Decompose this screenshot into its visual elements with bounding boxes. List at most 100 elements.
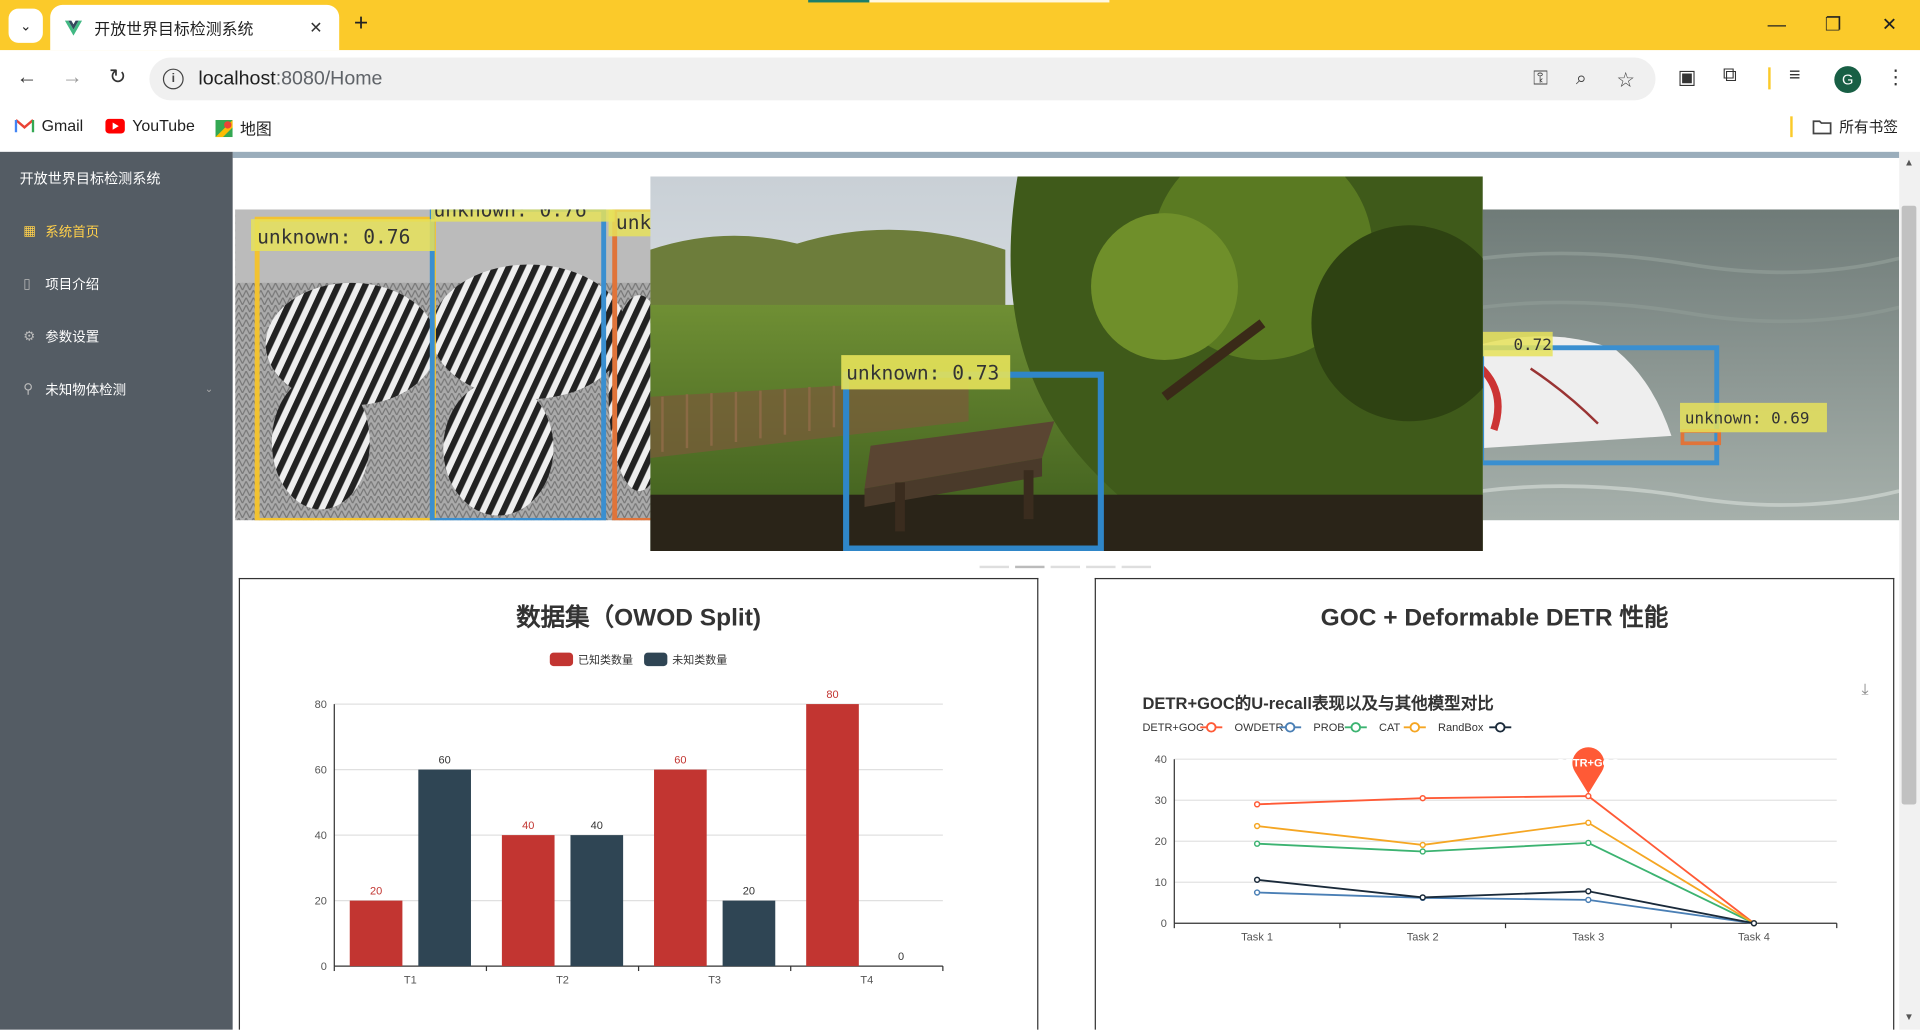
bar <box>349 900 403 967</box>
carousel-dot[interactable] <box>1121 565 1152 569</box>
bookmark-divider <box>1790 116 1793 138</box>
bookmark-label: Gmail <box>41 116 84 135</box>
carousel-image-water[interactable]: 0.72 unknown: 0.69 <box>1481 209 1900 521</box>
data-point <box>1750 920 1758 927</box>
y-tick-label: 40 <box>1155 754 1167 766</box>
bookmark-all-folder[interactable]: 所有书签 <box>1812 116 1898 137</box>
detection-label: unknown: 0.76 <box>257 226 410 249</box>
data-point <box>1419 794 1426 802</box>
x-tick-label: T1 <box>404 974 417 986</box>
new-tab-button[interactable]: + <box>354 10 368 38</box>
y-tick-label: 0 <box>321 961 327 973</box>
y-tick-label: 60 <box>315 764 327 776</box>
profile-avatar[interactable]: G <box>1834 66 1862 94</box>
data-point <box>1253 822 1261 830</box>
tab-search-button[interactable]: ⌄ <box>8 8 43 43</box>
back-arrow-icon[interactable]: ← <box>12 65 41 89</box>
sidebar-item-settings[interactable]: ⚙ 参数设置 <box>0 310 233 363</box>
browser-tab-active[interactable]: 开放世界目标检测系统 ✕ <box>50 4 340 51</box>
toolbar-divider <box>1768 67 1771 90</box>
x-tick-label: Task 2 <box>1407 931 1439 943</box>
series-line <box>1257 841 1755 925</box>
grid-icon: ▦ <box>23 224 37 239</box>
bookmark-gmail[interactable]: Gmail <box>14 116 84 135</box>
legend-label: CAT <box>1379 722 1400 734</box>
url-text[interactable]: localhost:8080/Home <box>198 68 382 90</box>
data-point <box>1253 876 1261 883</box>
carousel-dot[interactable] <box>1050 565 1081 569</box>
minimize-button[interactable]: — <box>1749 7 1805 41</box>
carousel-image-bench[interactable]: unknown: 0.73 <box>650 176 1483 552</box>
legend-label: RandBox <box>1438 722 1484 734</box>
sidebar-item-label: 参数设置 <box>45 330 100 345</box>
media-control-icon[interactable]: ≡ <box>1789 65 1800 87</box>
series-line <box>1257 891 1755 925</box>
scrollbar-thumb[interactable] <box>1901 205 1917 805</box>
bookmark-label: YouTube <box>132 116 195 135</box>
detection-label: unknown: 0.76 <box>433 209 586 221</box>
data-point <box>1419 841 1426 849</box>
tab-close-icon[interactable]: ✕ <box>302 18 329 38</box>
bar <box>501 835 555 967</box>
address-bar[interactable]: i localhost:8080/Home ⚿ ⌕ ☆ <box>149 57 1656 101</box>
site-info-icon[interactable]: i <box>162 68 184 90</box>
carousel-dot[interactable] <box>979 565 1009 569</box>
x-tick-label: Task 4 <box>1738 931 1770 943</box>
bookmarks-bar: Gmail YouTube 地图 所有书签 <box>0 106 1920 147</box>
sidebar-item-detection[interactable]: ⚲ 未知物体检测 ⌄ <box>0 362 233 415</box>
detection-label: unk <box>616 211 652 234</box>
sidebar-item-intro[interactable]: ▯ 项目介绍 <box>0 257 233 310</box>
password-key-icon[interactable]: ⚿ <box>1533 69 1548 91</box>
bar-value-label: 80 <box>826 689 838 701</box>
scroll-down-icon[interactable]: ▼ <box>1904 1011 1914 1022</box>
gear-icon: ⚙ <box>23 329 36 345</box>
data-point <box>1585 888 1592 895</box>
series-line <box>1257 795 1755 925</box>
chevron-down-icon: ⌄ <box>204 383 214 395</box>
data-point <box>1585 896 1592 904</box>
folder-icon <box>1812 120 1832 135</box>
carousel-dot[interactable] <box>1086 565 1116 569</box>
bar <box>570 835 624 967</box>
x-tick-label: T2 <box>556 974 569 986</box>
extension-icon[interactable]: ▣ <box>1678 65 1697 89</box>
carousel-dot-active[interactable] <box>1015 565 1045 569</box>
zoom-icon[interactable]: ⌕ <box>1576 69 1587 91</box>
legend-marker <box>1409 722 1420 733</box>
page-scrollbar[interactable]: ▲ ▼ <box>1899 151 1920 1030</box>
reload-icon[interactable]: ↻ <box>103 65 132 89</box>
scroll-up-icon[interactable]: ▲ <box>1904 157 1914 168</box>
data-point <box>1585 839 1592 847</box>
detection-label: unknown: 0.73 <box>846 362 999 385</box>
carousel-image-zebras[interactable]: unknown: 0.76 unknown: 0.76 unk <box>235 209 652 521</box>
document-icon: ▯ <box>23 276 31 292</box>
bookmark-star-icon[interactable]: ☆ <box>1616 69 1635 93</box>
data-point <box>1419 848 1426 855</box>
restore-button[interactable]: ❐ <box>1805 7 1861 41</box>
bar <box>654 769 707 967</box>
location-icon: ⚲ <box>23 382 34 397</box>
close-window-button[interactable]: ✕ <box>1861 7 1917 41</box>
bookmark-label: 所有书签 <box>1839 118 1898 136</box>
sidebar-item-home[interactable]: ▦ 系统首页 <box>0 204 233 257</box>
bar-value-label: 40 <box>591 820 603 832</box>
bookmark-youtube[interactable]: YouTube <box>105 116 195 135</box>
bookmark-maps[interactable]: 地图 <box>215 116 272 139</box>
menu-kebab-icon[interactable]: ⋮ <box>1886 65 1906 89</box>
x-tick-label: T3 <box>708 974 721 986</box>
legend-marker <box>1206 722 1217 733</box>
data-point <box>1253 801 1261 808</box>
forward-arrow-icon[interactable]: → <box>58 65 87 89</box>
legend-swatch <box>549 652 574 667</box>
data-point <box>1585 819 1592 826</box>
bar-value-label: 60 <box>674 754 686 766</box>
puzzle-icon[interactable]: ⧉ <box>1723 65 1737 87</box>
legend-label: OWDETR <box>1235 722 1284 734</box>
bar-chart: 已知类数量 未知类数量 0 20 40 60 80 T1 20 60 T2 40 40 T3 60 20 T4 8… <box>315 652 944 986</box>
y-tick-label: 0 <box>1161 918 1167 930</box>
y-tick-label: 80 <box>315 699 327 711</box>
bar-value-label: 0 <box>898 951 904 963</box>
chevron-down-icon: ⌄ <box>20 18 32 34</box>
markpoint-label: DETR+GOC <box>1558 758 1620 770</box>
y-tick-label: 10 <box>1155 877 1167 889</box>
